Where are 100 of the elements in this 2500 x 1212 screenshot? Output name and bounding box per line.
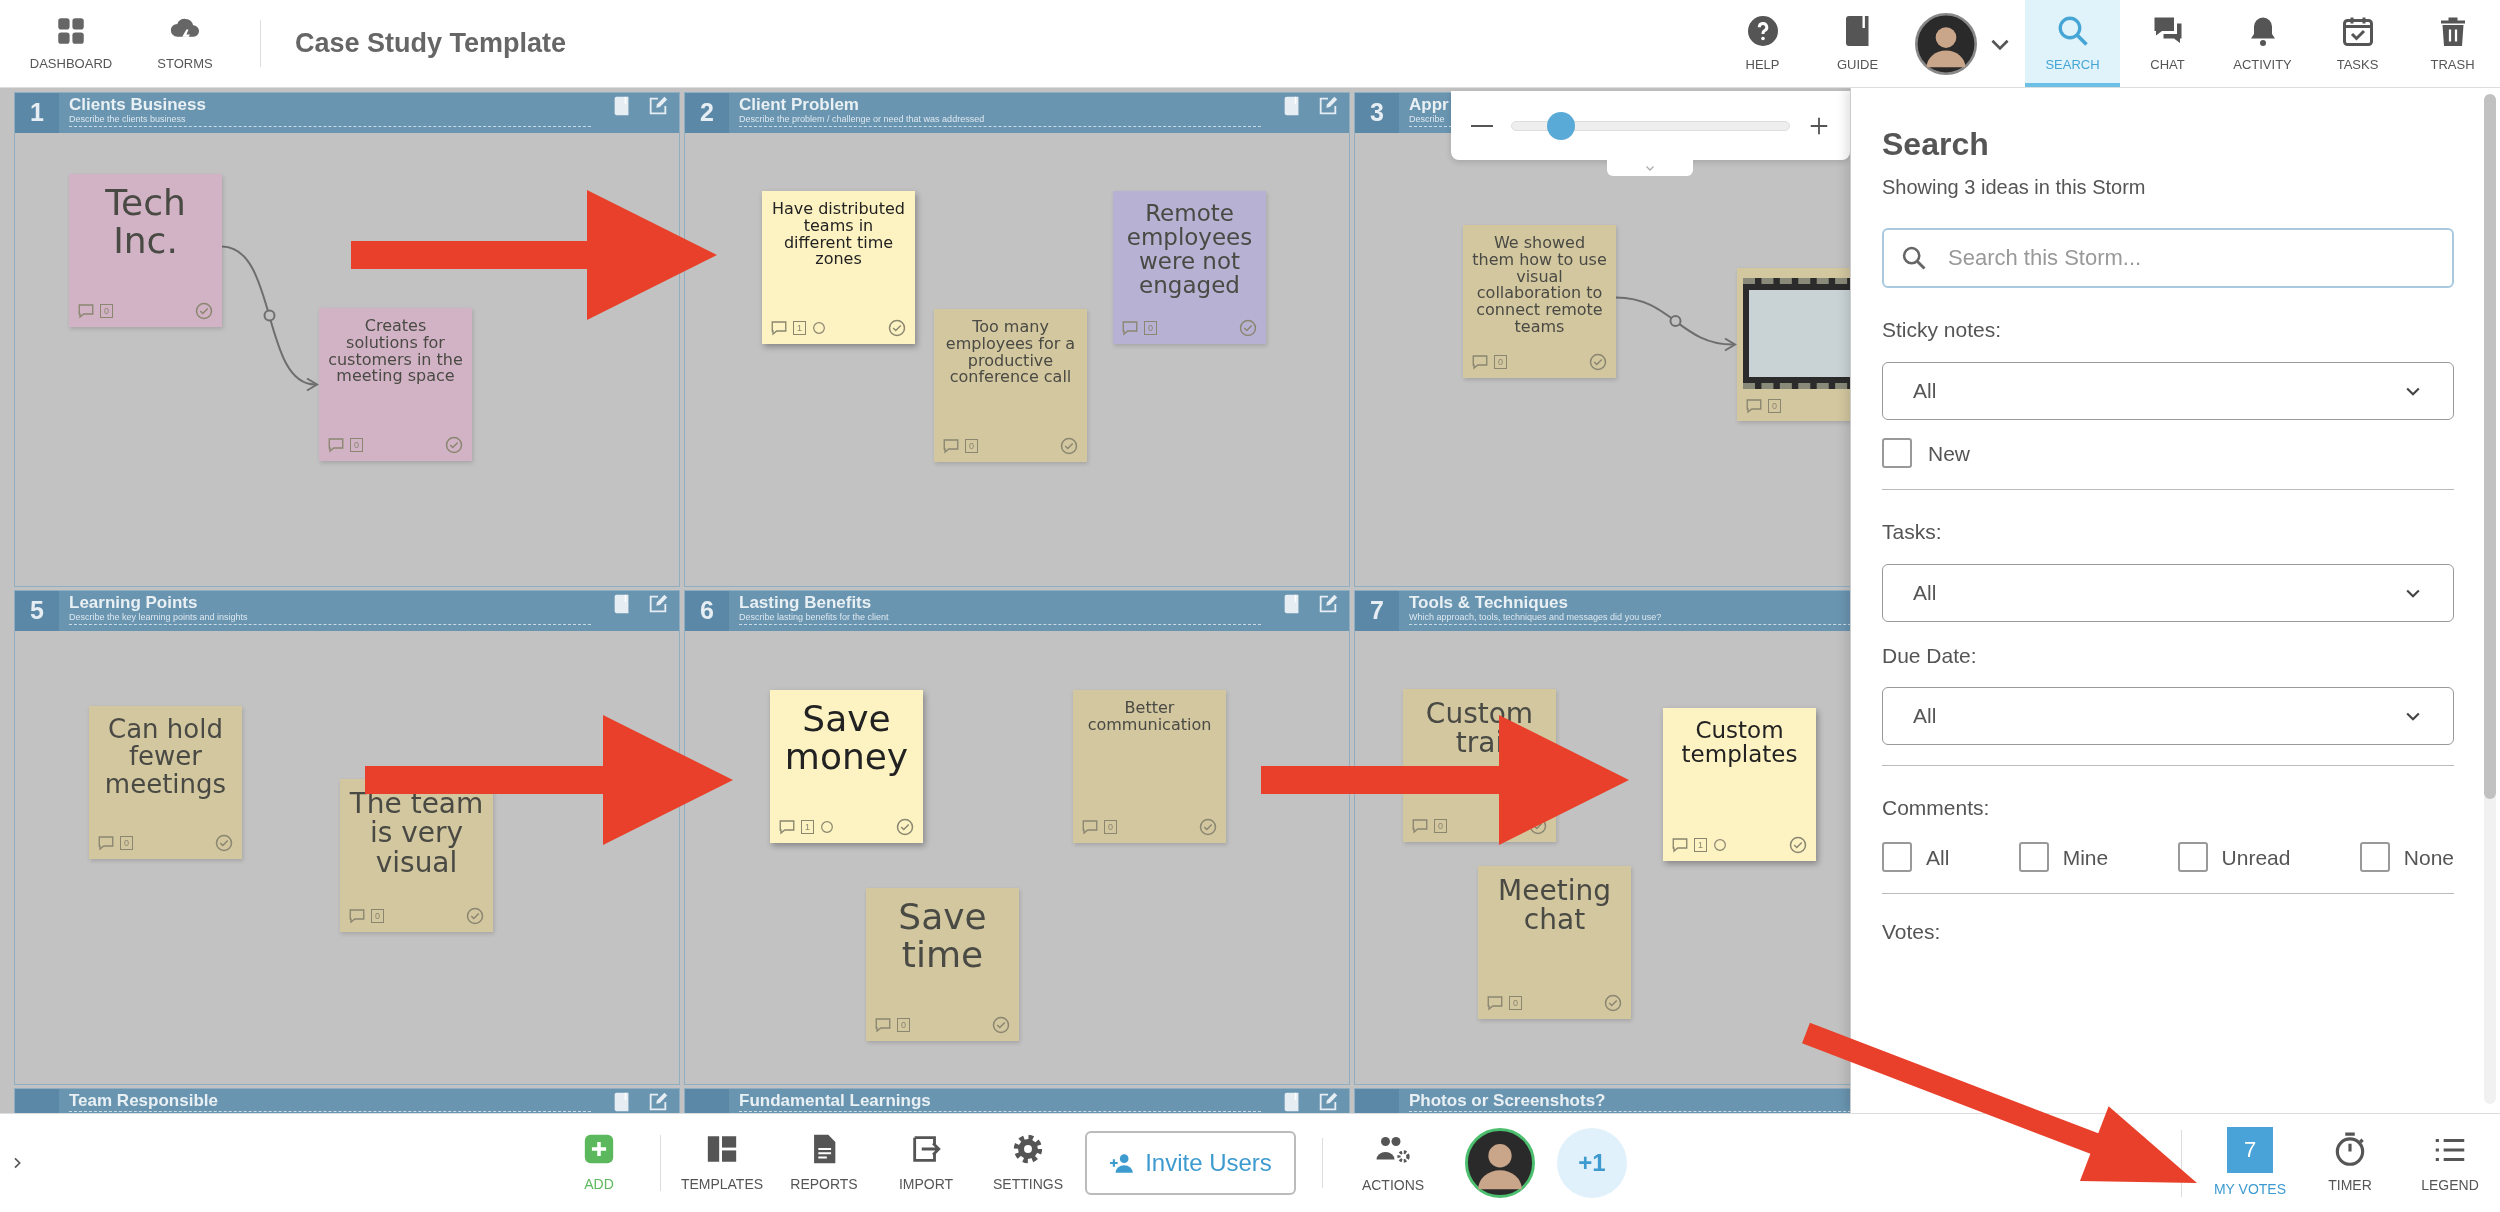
section-number: 3 xyxy=(1355,93,1399,133)
check-circle-icon xyxy=(194,301,214,321)
sticky-note[interactable]: Can hold fewer meetings 0 xyxy=(89,706,242,859)
check-circle-icon xyxy=(214,833,234,853)
comment-icon xyxy=(1471,353,1489,371)
checkbox-label: New xyxy=(1928,440,1970,467)
comment-icon xyxy=(77,302,95,320)
checkbox-label: Unread xyxy=(2221,844,2291,871)
slider-thumb[interactable] xyxy=(1547,111,1576,140)
note-text: Save money xyxy=(783,700,910,779)
vote-count: 0 xyxy=(965,439,978,453)
zoom-slider[interactable] xyxy=(1511,111,1790,140)
search-field[interactable]: Search this Storm... xyxy=(1882,228,2454,288)
toolbar-button[interactable]: LEGEND xyxy=(2400,1113,2500,1212)
sticky-note[interactable]: Custom templates 1 xyxy=(1663,708,1816,861)
edit-icon xyxy=(1317,1091,1339,1113)
toolbar-button[interactable]: TEMPLATES xyxy=(671,1123,773,1203)
nav-button[interactable]: STORMS xyxy=(128,0,242,87)
note-text: Too many employees for a productive conference call xyxy=(944,319,1077,389)
toolbar-tab[interactable]: HELP xyxy=(1715,0,1810,87)
note-text: Save time xyxy=(897,898,988,977)
board-title: Case Study Template xyxy=(295,27,567,61)
toolbar-tab[interactable]: TASKS xyxy=(2310,0,2405,87)
comment-icon xyxy=(770,319,788,337)
comment-icon xyxy=(942,437,960,455)
user-avatar[interactable] xyxy=(1915,12,1977,75)
vote-count: 0 xyxy=(1104,820,1117,834)
section-number: 2 xyxy=(685,93,729,133)
toolbar-button[interactable]: SETTINGS xyxy=(977,1123,1079,1203)
section-description: Describe the key learning points and insights xyxy=(69,612,248,623)
edit-icon xyxy=(1317,95,1339,117)
edit-icon xyxy=(647,1091,669,1113)
sticky-note[interactable]: Remote employees were not engaged 0 xyxy=(1113,191,1266,344)
checkbox[interactable] xyxy=(2177,842,2208,873)
filter-dropdown[interactable]: All xyxy=(1882,687,2454,745)
vote-count: 0 xyxy=(1144,321,1157,335)
comment-icon xyxy=(1081,818,1099,836)
sticky-note[interactable]: Save time 0 xyxy=(866,888,1019,1041)
toolbar-button[interactable]: ACTIONS xyxy=(1343,1123,1443,1203)
sticky-note[interactable]: Meeting chat 0 xyxy=(1478,866,1631,1019)
comment-icon xyxy=(778,818,796,836)
nav-button[interactable]: DASHBOARD xyxy=(14,0,128,87)
sticky-note[interactable]: Better communication 0 xyxy=(1073,690,1226,843)
search-icon xyxy=(1900,244,1928,272)
note-text: Custom templates xyxy=(1680,718,1799,770)
section-title: Photos or Screenshots? xyxy=(1409,1091,1606,1110)
sticky-note[interactable]: The team is very visual 0 xyxy=(340,779,493,932)
note-text: We showed them how to use visual collaboration to connect remote teams xyxy=(1471,235,1608,338)
checkbox[interactable] xyxy=(2359,842,2390,873)
sticky-note[interactable]: Tech Inc. 0 xyxy=(69,174,222,327)
sticky-note[interactable]: Too many employees for a productive conference call 0 xyxy=(934,309,1087,462)
toolbar-button[interactable]: TIMER xyxy=(2300,1113,2400,1212)
check-circle-icon xyxy=(991,1015,1011,1035)
comment-icon xyxy=(1745,397,1763,415)
toolbar-tab[interactable]: ACTIVITY xyxy=(2215,0,2310,87)
checkbox[interactable] xyxy=(1882,438,1912,469)
checkbox[interactable] xyxy=(2018,842,2049,873)
check-circle-icon xyxy=(444,435,464,455)
toolbar-tab[interactable]: CHAT xyxy=(2120,0,2215,87)
toolbar-button[interactable]: IMPORT xyxy=(875,1123,977,1203)
vote-count: 0 xyxy=(1434,819,1447,833)
toolbar-tab[interactable]: TRASH xyxy=(2405,0,2500,87)
check-circle-icon xyxy=(1059,436,1079,456)
comment-icon xyxy=(97,834,115,852)
sticky-note[interactable]: We showed them how to use visual collaboration to connect remote teams 0 xyxy=(1463,225,1616,378)
filter-label: Tasks: xyxy=(1882,519,1943,545)
scrollbar[interactable] xyxy=(2484,94,2496,1104)
note-text: Meeting chat xyxy=(1497,876,1612,939)
section-description: Describe the problem / challenge or need that was addressed xyxy=(739,114,985,125)
check-circle-icon xyxy=(465,906,485,926)
note-text: Creates solutions for customers in the meeting space xyxy=(327,318,464,388)
checkbox-label: All xyxy=(1926,844,1950,871)
vote-count: 0 xyxy=(897,1018,910,1032)
comment-icon xyxy=(1411,817,1429,835)
section-number: 7 xyxy=(1355,591,1399,631)
user-avatar[interactable] xyxy=(1465,1128,1535,1198)
note-text: Tech Inc. xyxy=(104,184,187,263)
checkbox-label: Mine xyxy=(2062,844,2109,871)
filter-label: Due Date: xyxy=(1882,642,1978,669)
comment-icon xyxy=(1486,994,1504,1012)
sticky-note[interactable]: Save money 1 xyxy=(770,690,923,843)
toolbar-button[interactable]: REPORTS xyxy=(773,1123,875,1203)
vote-count: 1 xyxy=(801,820,814,834)
note-text: Better communication xyxy=(1086,700,1213,736)
section-number: 1 xyxy=(15,93,59,133)
checkbox[interactable] xyxy=(1882,842,1912,873)
section-description: Describe xyxy=(1409,114,1445,125)
toolbar-tab[interactable]: GUIDE xyxy=(1810,0,1905,87)
filter-dropdown[interactable]: All xyxy=(1882,361,2454,420)
section-description: Describe the clients business xyxy=(69,114,186,125)
filter-label: Comments: xyxy=(1882,795,1991,821)
check-circle-icon xyxy=(895,817,915,837)
filter-dropdown[interactable]: All xyxy=(1882,563,2454,622)
sticky-note[interactable]: Creates solutions for customers in the meeting space 0 xyxy=(319,308,472,461)
sticky-note[interactable]: Have distributed teams in different time zones 1 xyxy=(762,191,915,344)
vote-count: 0 xyxy=(100,304,113,318)
section-number: 6 xyxy=(685,591,729,631)
results-summary: Showing 3 ideas in this Storm xyxy=(1882,175,2147,200)
section-title: Appr xyxy=(1409,95,1449,114)
check-circle-icon xyxy=(1198,817,1218,837)
